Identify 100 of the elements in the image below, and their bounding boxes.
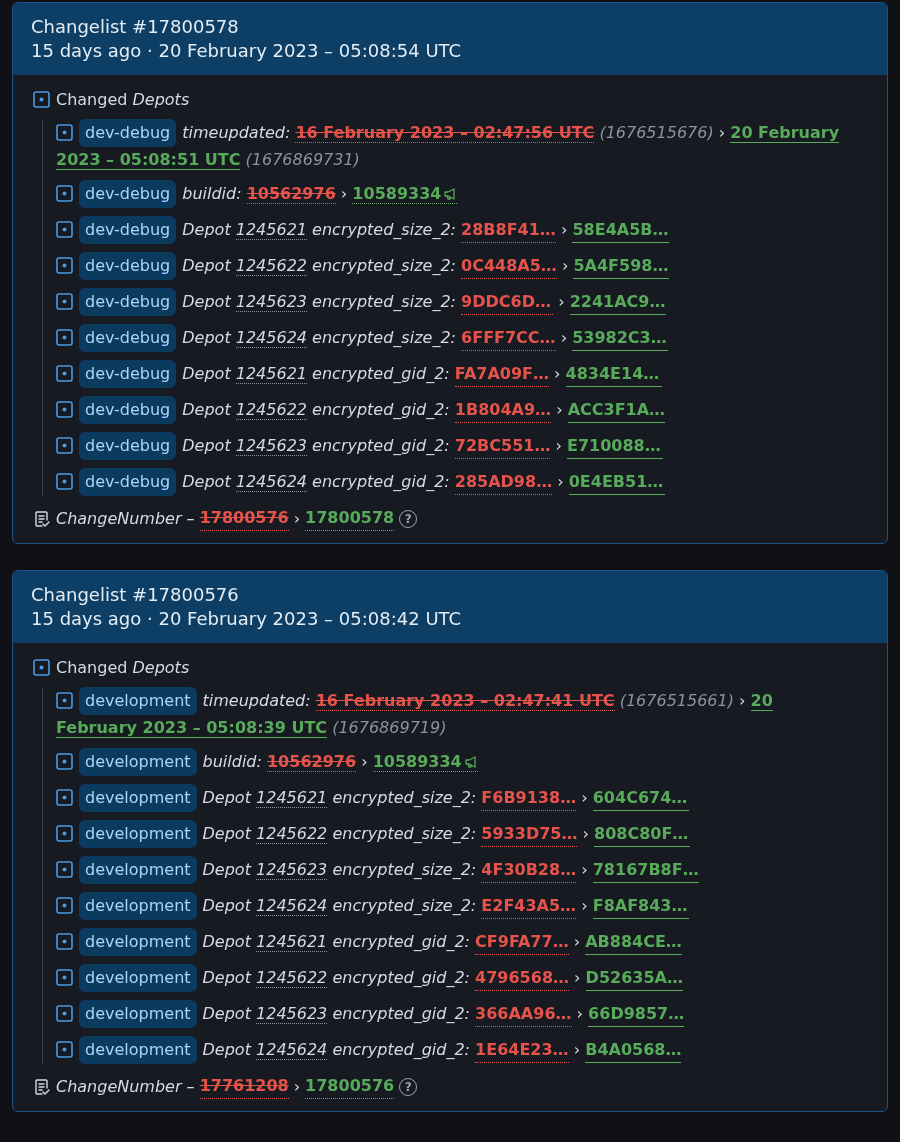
- old-value: 4796568…: [475, 965, 569, 991]
- field-name: encrypted_size_2:: [312, 292, 456, 311]
- old-value: 16 February 2023 – 02:47:41 UTC: [315, 691, 615, 711]
- depot-id[interactable]: 1245621: [256, 932, 328, 952]
- old-value: 0C448A5…: [461, 253, 557, 279]
- depot-id[interactable]: 1245624: [235, 328, 307, 348]
- depot-id[interactable]: 1245621: [235, 220, 307, 240]
- timestamp: (1676515676): [599, 123, 714, 142]
- new-value: 0E4EB51…: [568, 469, 665, 495]
- branch-tag: dev-debug: [79, 119, 177, 147]
- branch-tag: development: [79, 687, 197, 715]
- field-name: Depot: [202, 824, 251, 843]
- branch-tag: development: [79, 784, 197, 812]
- depot-id[interactable]: 1245624: [256, 896, 328, 916]
- field-name: encrypted_gid_2:: [312, 436, 450, 455]
- branch-tag: dev-debug: [79, 360, 177, 388]
- branch-tag: dev-debug: [79, 288, 177, 316]
- depot-id[interactable]: 1245621: [235, 364, 307, 384]
- field-name: encrypted_gid_2:: [332, 1004, 470, 1023]
- branch-tag: development: [79, 964, 197, 992]
- field-name: Depot: [182, 256, 231, 275]
- field-name: buildid:: [202, 752, 262, 771]
- arrow-separator: ›: [560, 328, 568, 347]
- timestamp: (1676515661): [619, 691, 734, 710]
- old-value: 9DDC6D…: [461, 289, 554, 315]
- branch-tag: development: [79, 892, 197, 920]
- section-title: Changed Depots: [56, 90, 190, 109]
- field-name: encrypted_gid_2:: [312, 400, 450, 419]
- changelist-title[interactable]: Changelist #17800578: [31, 15, 869, 39]
- field-name: Depot: [202, 896, 251, 915]
- new-value: 78167B8F…: [592, 857, 699, 883]
- old-value: 5933D75…: [481, 821, 578, 847]
- field-name: encrypted_size_2:: [332, 896, 477, 915]
- field-name: encrypted_gid_2:: [312, 364, 450, 383]
- arrow-separator: ›: [340, 184, 348, 203]
- arrow-separator: ›: [293, 507, 301, 530]
- new-value: F8AF843…: [592, 893, 689, 919]
- field-name: timeupdated:: [202, 691, 311, 710]
- new-value: 17800578: [305, 506, 395, 531]
- field-name: Depot: [202, 788, 251, 807]
- new-value: 66D9857…: [588, 1001, 685, 1027]
- field-name: encrypted_size_2:: [332, 860, 477, 879]
- arrow-separator: ›: [293, 1075, 301, 1098]
- old-value: 17761208: [199, 1074, 289, 1099]
- arrow-separator: ›: [361, 752, 368, 771]
- new-value: 10589334: [352, 184, 442, 203]
- field-name: Depot: [182, 220, 231, 239]
- field-name: ChangeNumber –: [56, 1075, 195, 1098]
- document-check-icon: [33, 509, 51, 528]
- depot-id[interactable]: 1245623: [235, 292, 307, 312]
- branch-tag: dev-debug: [79, 252, 177, 280]
- old-value: 1B804A9…: [454, 397, 552, 423]
- field-name: buildid:: [182, 184, 242, 203]
- depot-id[interactable]: 1245624: [235, 472, 307, 492]
- old-value: 285AD98…: [454, 469, 553, 495]
- field-name: Depot: [182, 436, 231, 455]
- depot-id[interactable]: 1245622: [235, 400, 307, 420]
- branch-tag: dev-debug: [79, 396, 177, 424]
- field-name: encrypted_gid_2:: [332, 932, 470, 951]
- arrow-separator: ›: [718, 123, 726, 142]
- new-value: 17800576: [305, 1074, 395, 1099]
- timestamp: (1676869731): [245, 150, 360, 169]
- arrow-separator: ›: [581, 860, 588, 879]
- new-value: 4834E14…: [565, 361, 662, 387]
- depot-id[interactable]: 1245622: [256, 968, 328, 988]
- old-value: 28B8F41…: [461, 217, 556, 243]
- new-value: ACC3F1A…: [567, 397, 666, 423]
- timestamp: (1676869719): [332, 718, 447, 737]
- depot-id[interactable]: 1245623: [256, 1004, 328, 1024]
- depot-id[interactable]: 1245622: [235, 256, 307, 276]
- arrow-separator: ›: [581, 896, 588, 915]
- new-value: D52635A…: [585, 965, 683, 991]
- field-name: encrypted_size_2:: [312, 328, 456, 347]
- depot-id[interactable]: 1245623: [256, 860, 328, 880]
- changelist-title[interactable]: Changelist #17800576: [31, 583, 869, 607]
- old-value: 72BC551…: [454, 433, 551, 459]
- old-value: 10562976: [267, 752, 357, 772]
- new-value: 604C674…: [592, 785, 689, 811]
- field-name: Depot: [202, 860, 251, 879]
- branch-tag: dev-debug: [79, 324, 177, 352]
- changelist-date: 15 days ago · 20 February 2023 – 05:08:54 UTC: [31, 39, 463, 63]
- branch-tag: development: [79, 1036, 197, 1064]
- field-name: Depot: [182, 472, 231, 491]
- arrow-separator: ›: [574, 968, 581, 987]
- field-name: encrypted_gid_2:: [332, 1040, 470, 1059]
- depot-id[interactable]: 1245623: [235, 436, 307, 456]
- depot-id[interactable]: 1245621: [256, 788, 328, 808]
- branch-tag: development: [79, 1000, 197, 1028]
- field-name: Depot: [182, 400, 231, 419]
- new-value: 53982C3…: [572, 325, 669, 351]
- arrow-separator: ›: [560, 220, 568, 239]
- megaphone-icon: [464, 756, 478, 768]
- depot-id[interactable]: 1245624: [256, 1040, 328, 1060]
- depot-id[interactable]: 1245622: [256, 824, 328, 844]
- new-value: 10589334: [372, 752, 462, 771]
- field-name: Depot: [202, 968, 251, 987]
- branch-tag: dev-debug: [79, 432, 177, 460]
- branch-tag: dev-debug: [79, 468, 177, 496]
- arrow-separator: ›: [573, 1040, 581, 1059]
- old-value: E2F43A5…: [481, 893, 577, 919]
